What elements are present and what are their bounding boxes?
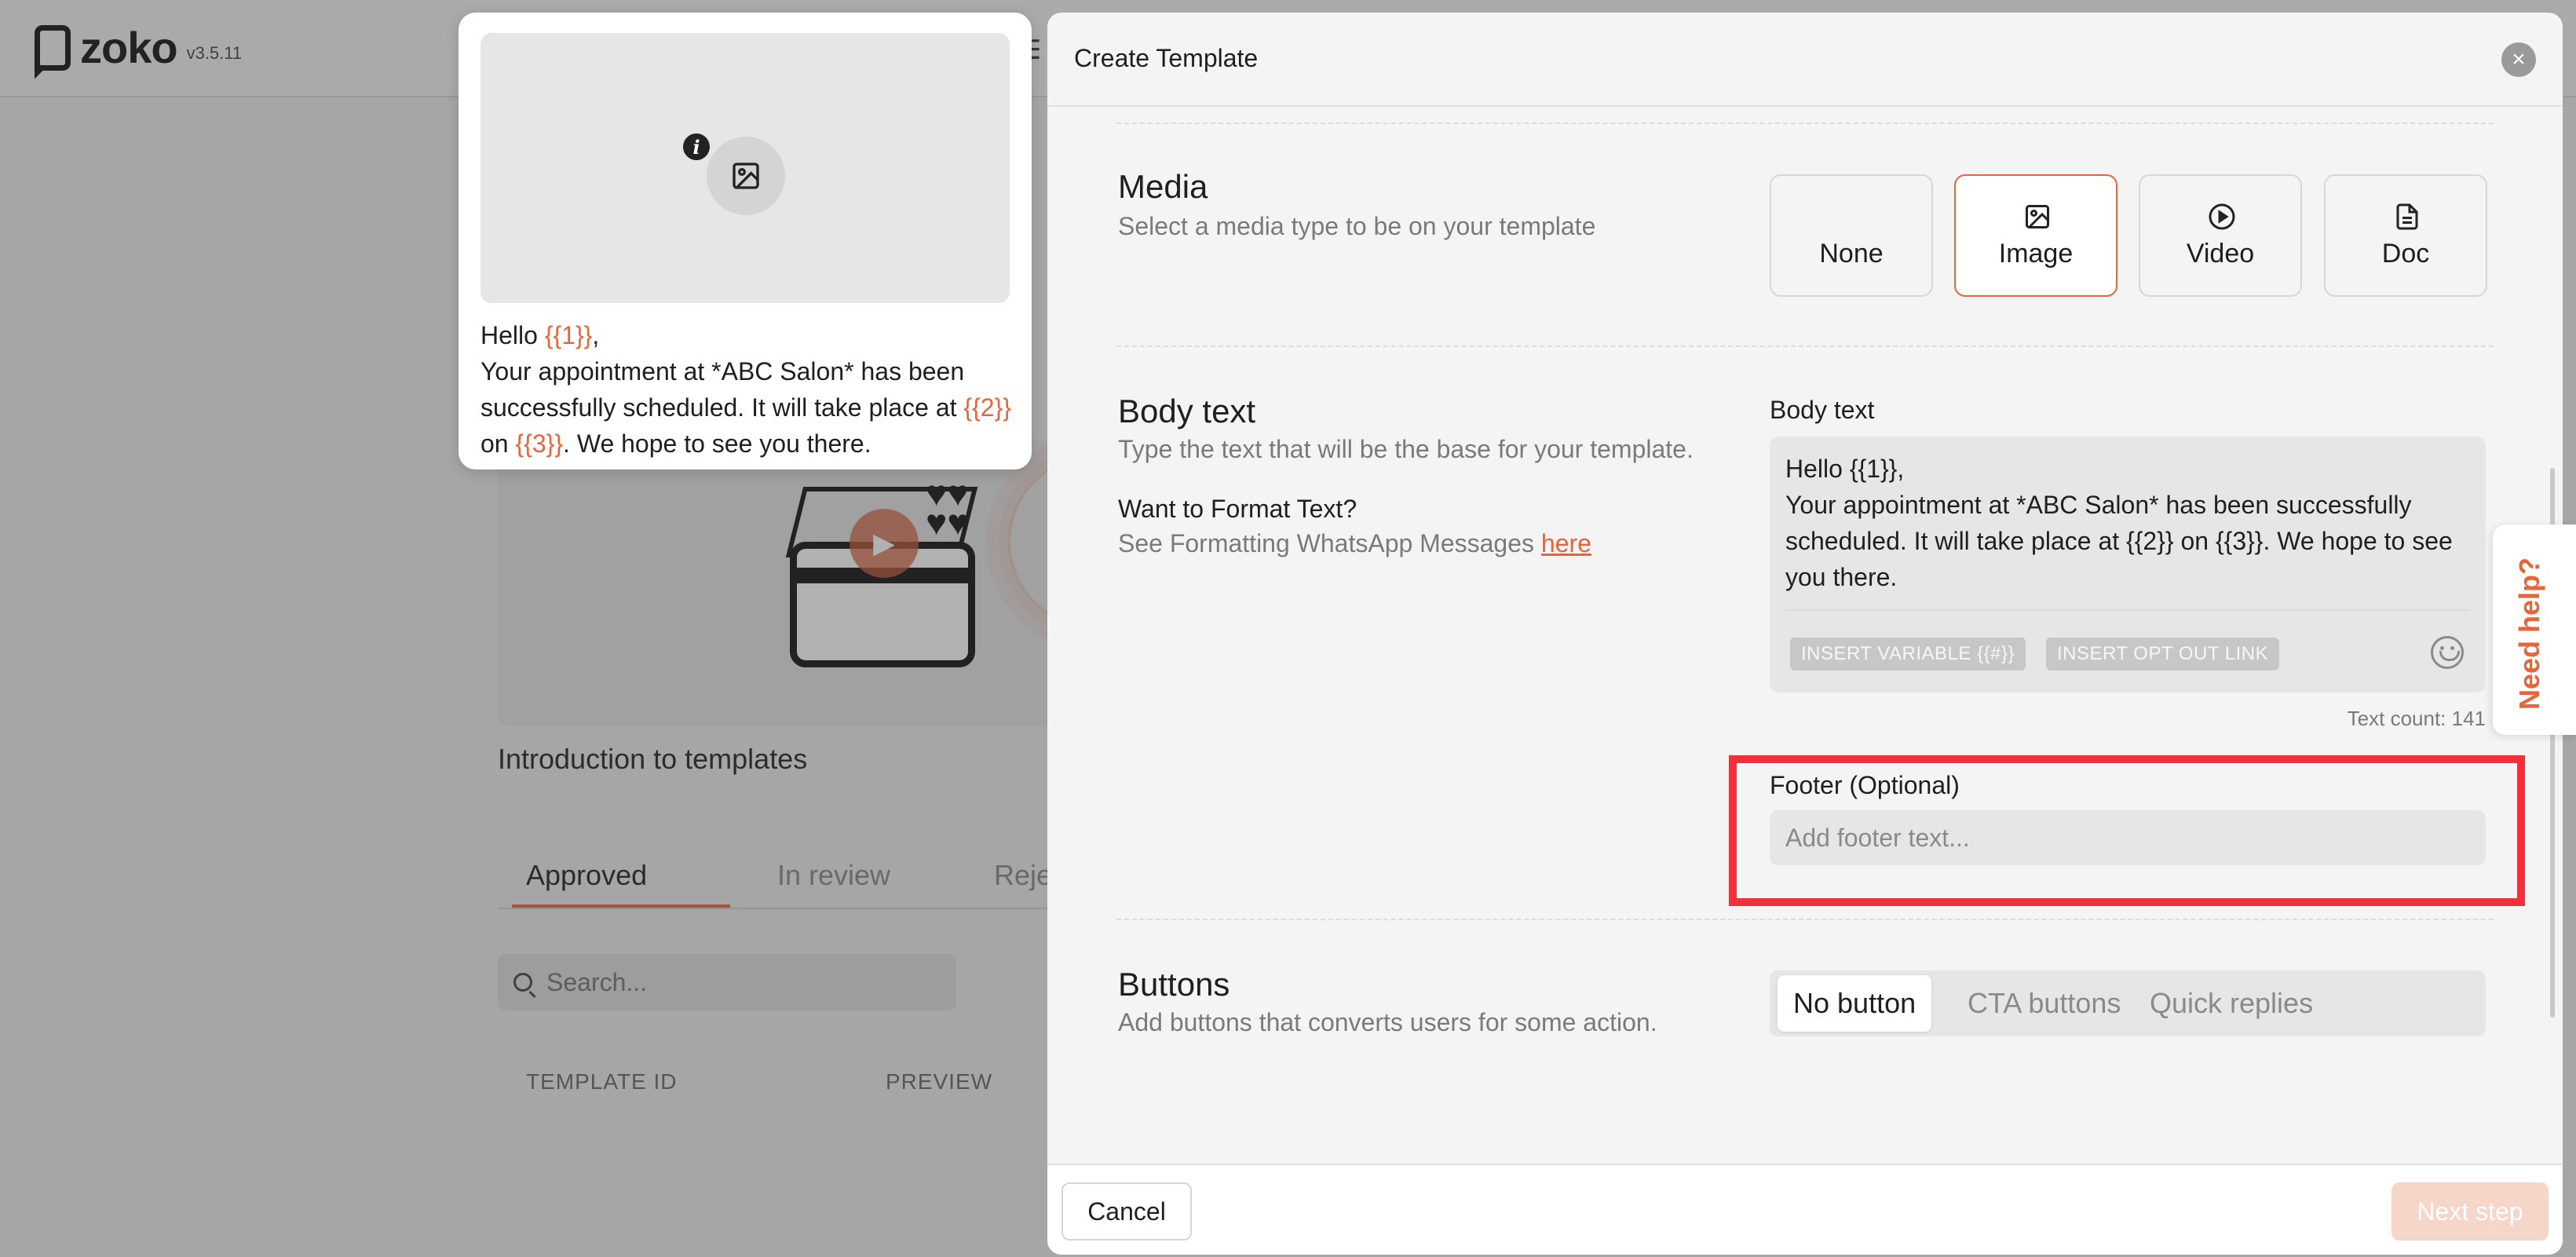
body-section-title: Body text	[1118, 393, 1256, 429]
section-divider	[1116, 345, 2494, 347]
media-option-label: Video	[2186, 239, 2255, 269]
insert-opt-out-link-button[interactable]: INSERT OPT OUT LINK	[2046, 638, 2280, 671]
media-option-label: Image	[1998, 239, 2074, 269]
modal-header: Create Template ×	[1047, 13, 2563, 107]
media-option-label: None	[1819, 239, 1884, 269]
media-section-desc: Select a media type to be on your templa…	[1118, 212, 1596, 240]
body-section-desc: Type the text that will be the base for …	[1118, 435, 1694, 463]
preview-media-placeholder: i	[480, 33, 1010, 303]
section-divider	[1116, 122, 2494, 124]
media-option-none[interactable]: None	[1770, 174, 1933, 297]
buttons-section-desc: Add buttons that converts users for some…	[1118, 1008, 1657, 1036]
format-text-desc: See Formatting WhatsApp Messages here	[1118, 529, 1591, 557]
body-text-value[interactable]: Hello {{1}}, Your appointment at *ABC Sa…	[1785, 451, 2476, 595]
footer-text-input[interactable]	[1770, 810, 2486, 865]
document-icon	[2396, 203, 2418, 230]
image-placeholder-icon	[707, 137, 785, 215]
option-cta-buttons[interactable]: CTA buttons	[1952, 975, 2136, 1032]
video-icon	[2209, 203, 2235, 230]
image-icon	[2026, 205, 2049, 228]
next-step-button[interactable]: Next step	[2391, 1182, 2549, 1241]
button-type-selector: No button CTA buttons Quick replies	[1770, 970, 2486, 1036]
media-option-image[interactable]: Image	[1954, 174, 2117, 297]
modal-footer: Cancel Next step	[1047, 1164, 2563, 1255]
emoji-icon[interactable]	[2431, 636, 2464, 669]
section-divider	[1116, 919, 2494, 920]
need-help-tab[interactable]: Need help?	[2493, 524, 2576, 735]
preview-variable-1: {{1}}	[544, 321, 593, 349]
media-option-doc[interactable]: Doc	[2324, 174, 2487, 297]
media-option-video[interactable]: Video	[2139, 174, 2302, 297]
cancel-button[interactable]: Cancel	[1061, 1182, 1192, 1241]
template-preview-card: i Hello {{1}}, Your appointment at *ABC …	[459, 13, 1032, 470]
formatting-help-link[interactable]: here	[1541, 529, 1591, 557]
preview-variable-3: {{3}}	[515, 429, 564, 458]
preview-message-text: Hello {{1}}, Your appointment at *ABC Sa…	[480, 321, 1011, 458]
close-icon[interactable]: ×	[2501, 42, 2536, 77]
option-quick-replies[interactable]: Quick replies	[2134, 975, 2329, 1032]
modal-title: Create Template	[1074, 44, 1259, 72]
media-option-label: Doc	[2381, 239, 2430, 269]
body-text-field-label: Body text	[1770, 396, 1875, 424]
option-no-button[interactable]: No button	[1778, 975, 1932, 1032]
footer-field-label: Footer (Optional)	[1770, 771, 1960, 799]
insert-variable-button[interactable]: INSERT VARIABLE {{#}}	[1790, 638, 2026, 671]
create-template-modal: Create Template × Media Select a media t…	[1047, 13, 2563, 1255]
preview-variable-2: {{2}}	[963, 393, 1011, 422]
editor-divider	[1785, 609, 2470, 611]
info-icon[interactable]: i	[683, 133, 710, 160]
need-help-label: Need help?	[2513, 557, 2545, 710]
media-section-title: Media	[1118, 168, 1208, 205]
text-count: Text count: 141	[2347, 707, 2486, 730]
buttons-section-title: Buttons	[1118, 966, 1230, 1003]
body-text-editor[interactable]: Hello {{1}}, Your appointment at *ABC Sa…	[1770, 437, 2486, 692]
format-text-label: Want to Format Text?	[1118, 495, 1357, 523]
